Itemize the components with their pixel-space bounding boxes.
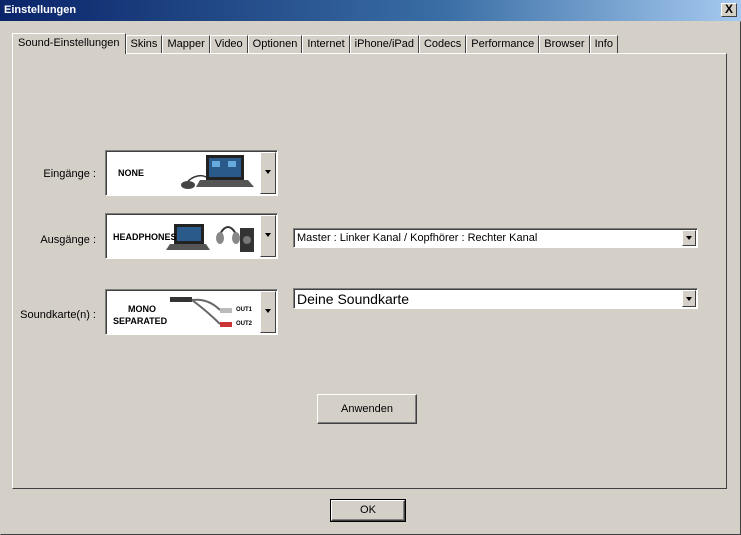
tab-video[interactable]: Video bbox=[209, 35, 248, 54]
window-title: Einstellungen bbox=[4, 4, 77, 16]
tab-browser[interactable]: Browser bbox=[539, 35, 590, 54]
sound-settings-panel bbox=[12, 53, 727, 489]
tab-iphone-ipad[interactable]: iPhone/iPad bbox=[349, 35, 419, 54]
title-bar: Einstellungen X bbox=[0, 0, 741, 21]
ok-button[interactable]: OK bbox=[330, 499, 406, 522]
tab-performance[interactable]: Performance bbox=[466, 35, 540, 54]
tab-sound-einstellungen[interactable]: Sound-Einstellungen bbox=[12, 33, 126, 54]
tab-skins[interactable]: Skins bbox=[125, 35, 163, 54]
tab-strip: Sound-Einstellungen Skins Mapper Video O… bbox=[12, 33, 618, 54]
tab-mapper[interactable]: Mapper bbox=[162, 35, 210, 54]
tab-info[interactable]: Info bbox=[589, 35, 618, 54]
close-button[interactable]: X bbox=[721, 3, 737, 17]
tab-optionen[interactable]: Optionen bbox=[247, 35, 303, 54]
tab-codecs[interactable]: Codecs bbox=[418, 35, 467, 54]
tab-internet[interactable]: Internet bbox=[302, 35, 350, 54]
